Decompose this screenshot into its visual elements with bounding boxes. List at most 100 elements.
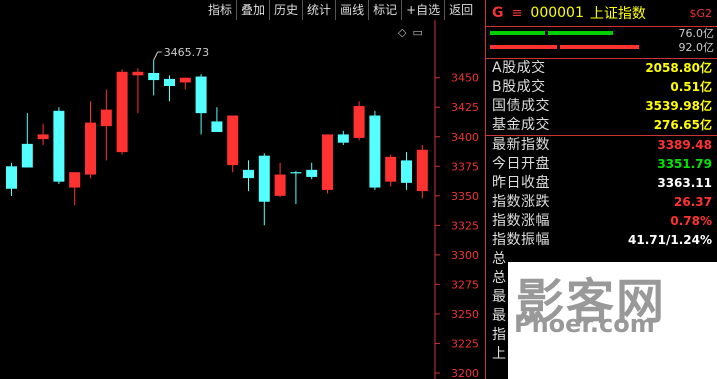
y-tick-label: 3350: [451, 190, 479, 203]
volume-bar-row: 92.0亿: [486, 41, 717, 55]
chart-icons: ◇ ▭: [398, 26, 423, 39]
stat-label: 指数涨幅: [492, 213, 550, 229]
stat-row: 今日开盘 3351.79: [486, 155, 717, 174]
candle-body: [21, 143, 33, 168]
partial-label: 总: [492, 251, 506, 267]
stat-row: 昨日收盘 3363.11: [486, 174, 717, 193]
volume-label: A股成交: [492, 60, 546, 76]
y-tick-label: 3325: [451, 219, 479, 232]
stat-value: 3363.11: [657, 176, 712, 190]
volume-value: 0.51亿: [670, 80, 712, 94]
toolbar-button[interactable]: 统计: [302, 0, 335, 20]
volume-bar-label: 76.0亿: [678, 27, 715, 40]
candle-body: [416, 149, 428, 192]
toolbar: 指标 叠加 历史 统计 画线 标记 +自选 返回: [204, 0, 477, 20]
candle-body: [290, 172, 302, 174]
stat-value: 41.71/1.24%: [628, 233, 712, 247]
candle-body: [211, 121, 223, 133]
candle-body: [195, 76, 207, 114]
stat-label: 今日开盘: [492, 156, 550, 172]
stats-list: 最新指数 3389.48 今日开盘 3351.79 昨日收盘 3363.11 指数涨跌 26.…: [486, 136, 717, 250]
y-tick-label: 3375: [451, 160, 479, 173]
candle-body: [227, 115, 239, 166]
volume-bar-segment: [490, 31, 546, 35]
volume-value: 2058.80亿: [645, 61, 712, 75]
stat-value: 3351.79: [657, 157, 712, 171]
volume-label: 国债成交: [492, 98, 550, 114]
candle-body: [116, 71, 128, 153]
market-g-label[interactable]: G: [492, 5, 504, 21]
candle-body: [37, 134, 49, 140]
volume-label: 基金成交: [492, 117, 550, 133]
y-tick-label: 3450: [451, 72, 479, 85]
stat-row: 国债成交 3539.98亿: [486, 97, 717, 116]
stat-label: 最新指数: [492, 137, 550, 153]
volume-bars: 76.0亿 92.0亿: [486, 27, 717, 55]
toolbar-button[interactable]: 指标: [204, 0, 236, 20]
candle-body: [337, 134, 349, 143]
toolbar-button[interactable]: 返回: [444, 0, 477, 20]
candle-body: [100, 109, 112, 127]
volume-list: A股成交 2058.80亿 B股成交 0.51亿国债成交 3539.98亿基金成交 276…: [486, 59, 717, 135]
stat-label: 指数涨跌: [492, 194, 550, 210]
window-icon[interactable]: ▭: [412, 26, 422, 39]
toolbar-button[interactable]: 画线: [335, 0, 368, 20]
candle-body: [69, 172, 81, 188]
candle-body: [306, 169, 318, 177]
stat-value: 3389.48: [657, 138, 712, 152]
stat-label: 昨日收盘: [492, 175, 550, 191]
volume-value: 3539.98亿: [645, 99, 712, 113]
stat-row: 基金成交 276.65亿: [486, 116, 717, 135]
max-marker-label: 3465.73: [164, 46, 210, 59]
toolbar-button[interactable]: +自选: [401, 0, 444, 20]
partial-label: 指: [492, 327, 506, 343]
candle-body: [258, 155, 270, 202]
y-tick-label: 3400: [451, 131, 479, 144]
y-tick-label: 3250: [451, 308, 479, 321]
badge-label[interactable]: $G2: [689, 7, 712, 20]
partial-label: 总: [492, 270, 506, 286]
max-marker-line: [153, 51, 159, 61]
volume-bar-segment: [548, 31, 613, 35]
volume-label: B股成交: [492, 79, 546, 95]
stat-row: B股成交 0.51亿: [486, 78, 717, 97]
stock-code: 000001: [530, 5, 584, 21]
candle-body: [322, 134, 333, 190]
stat-row: A股成交 2058.80亿: [486, 59, 717, 78]
candle-body: [53, 110, 65, 182]
partial-label: 最: [492, 308, 506, 324]
y-tick-label: 3225: [451, 337, 479, 350]
diamond-icon[interactable]: ◇: [398, 26, 406, 39]
volume-bar-row: 76.0亿: [486, 27, 717, 41]
y-tick-label: 3425: [451, 101, 479, 114]
kline-chart[interactable]: 3450 3425 3400 3375 3350 3325 3300 3275 3250 3225…: [0, 20, 485, 379]
y-tick-label: 3275: [451, 278, 479, 291]
y-tick-label: 3300: [451, 249, 479, 262]
candle-body: [132, 71, 144, 76]
watermark-sub: Phoer.com: [514, 310, 655, 338]
stat-row: 最新指数 3389.48: [486, 136, 717, 155]
volume-value: 276.65亿: [653, 118, 712, 132]
candle-body: [179, 77, 191, 83]
watermark: 影客网 Phoer.com: [508, 262, 717, 379]
partial-label: 上: [492, 346, 506, 362]
stat-row: 指数涨幅 0.78%: [486, 212, 717, 231]
candle-body: [6, 166, 17, 189]
volume-bar-segment: [560, 45, 639, 49]
volume-bar-label: 92.0亿: [678, 41, 715, 54]
toolbar-button[interactable]: 历史: [269, 0, 302, 20]
candle-body: [148, 72, 160, 81]
candle-body: [243, 169, 254, 179]
candle-body: [85, 122, 96, 175]
toolbar-button[interactable]: 叠加: [236, 0, 269, 20]
partial-label: 最: [492, 289, 506, 305]
candle-body: [274, 174, 286, 196]
stat-label: 指数振幅: [492, 232, 550, 248]
panel-header: G ≡ 000001 上证指数 $G2: [486, 0, 717, 26]
toolbar-button[interactable]: 标记: [368, 0, 401, 20]
menu-icon[interactable]: ≡: [512, 6, 523, 21]
kline-svg: 3450 3425 3400 3375 3350 3325 3300 3275 3250 3225…: [6, 20, 479, 379]
stat-row: 指数涨跌 26.37: [486, 193, 717, 212]
stat-value: 0.78%: [670, 214, 712, 228]
stat-row: 指数振幅 41.71/1.24%: [486, 231, 717, 250]
